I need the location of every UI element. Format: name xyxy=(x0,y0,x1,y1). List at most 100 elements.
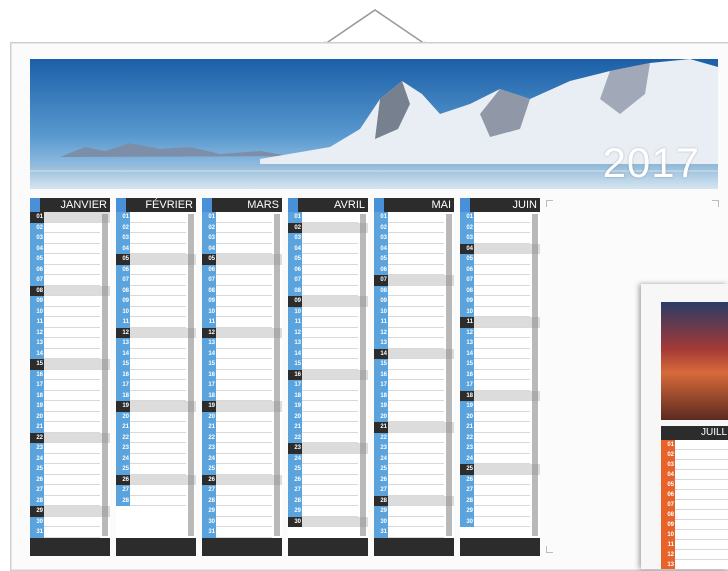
day-number: 03 xyxy=(288,233,302,244)
day-row: 24 xyxy=(374,453,454,465)
week-bar xyxy=(360,214,366,536)
day-row: 11 xyxy=(30,317,110,328)
day-row: 18 xyxy=(202,390,282,402)
day-row: 07 xyxy=(30,275,110,286)
day-number: 06 xyxy=(202,264,216,276)
day-number: 10 xyxy=(202,306,216,318)
day-number: 27 xyxy=(202,485,216,496)
day-row: 20 xyxy=(116,411,196,423)
day-row: 30 xyxy=(30,516,110,528)
day-row: 08 xyxy=(460,285,540,297)
month-header: JANVIER xyxy=(30,198,110,212)
day-row: 09 xyxy=(30,296,110,307)
day-row: 02 xyxy=(460,222,540,234)
day-number: 10 xyxy=(667,532,674,538)
week-bar xyxy=(188,214,194,536)
month-footer xyxy=(30,538,110,556)
day-number: 26 xyxy=(116,474,130,486)
day-number: 23 xyxy=(374,443,388,454)
day-row: 19 xyxy=(374,401,454,412)
day-row: 16 xyxy=(460,369,540,381)
day-number: 06 xyxy=(288,264,302,276)
day-row: 16 xyxy=(288,369,368,381)
day-number: 27 xyxy=(374,485,388,496)
day-number: 13 xyxy=(667,562,674,568)
day-row: 04 xyxy=(202,243,282,255)
day-number: 10 xyxy=(116,306,130,318)
day-number: 30 xyxy=(30,516,44,528)
day-row: 13 xyxy=(288,338,368,349)
month-name: JANVIER xyxy=(60,199,107,211)
day-row: 09 xyxy=(374,296,454,307)
day-number: 22 xyxy=(288,432,302,444)
day-row: 25 xyxy=(30,464,110,475)
month-footer xyxy=(116,538,196,556)
day-number: 17 xyxy=(30,380,44,391)
day-list: 01 02 03 04 05 06 07 08 09 10 11 12 13 14 15 16 17 18 19 20… xyxy=(202,212,282,538)
day-number: 23 xyxy=(460,443,474,454)
day-number: 21 xyxy=(30,422,44,433)
day-number: 08 xyxy=(460,285,474,297)
month-column-avril: AVRIL 01 02 03 04 05 06 07 08 09 10 11 12 13 14 15 16 17… xyxy=(288,198,368,556)
day-number: 06 xyxy=(667,492,674,498)
day-row: 15 xyxy=(30,359,110,370)
day-row: 23 xyxy=(202,443,282,454)
day-row: 29 xyxy=(288,506,368,517)
day-number: 07 xyxy=(460,275,474,286)
day-row: 10 xyxy=(202,306,282,318)
day-row: 13 xyxy=(116,338,196,349)
day-row: 06 xyxy=(460,264,540,276)
day-number: 12 xyxy=(288,327,302,339)
day-number: 13 xyxy=(460,338,474,349)
day-number: 14 xyxy=(116,348,130,360)
day-number: 24 xyxy=(288,453,302,465)
day-number: 10 xyxy=(288,306,302,318)
day-number: 11 xyxy=(667,542,674,548)
day-number: 02 xyxy=(374,222,388,234)
day-number: 24 xyxy=(374,453,388,465)
day-number: 18 xyxy=(374,390,388,402)
day-row: 26 xyxy=(460,474,540,486)
day-number: 15 xyxy=(116,359,130,370)
day-row: 11 xyxy=(288,317,368,328)
day-number: 06 xyxy=(460,264,474,276)
day-row: 13 xyxy=(374,338,454,349)
day-row: 22 xyxy=(30,432,110,444)
sunset-photo xyxy=(661,302,728,420)
day-row: 09 xyxy=(116,296,196,307)
divider xyxy=(474,526,530,528)
day-number: 23 xyxy=(30,443,44,454)
day-number: 15 xyxy=(288,359,302,370)
day-number: 11 xyxy=(460,317,474,328)
day-number: 18 xyxy=(202,390,216,402)
day-row: 05 xyxy=(374,254,454,265)
month-header: JUILL xyxy=(661,426,728,440)
day-number: 29 xyxy=(460,506,474,517)
day-row: 02 xyxy=(30,222,110,234)
month-name: JUIN xyxy=(512,199,537,211)
day-number: 21 xyxy=(460,422,474,433)
day-row: 27 xyxy=(374,485,454,496)
day-row: 20 xyxy=(460,411,540,423)
day-number: 16 xyxy=(30,369,44,381)
day-number: 05 xyxy=(667,482,674,488)
day-row: 17 xyxy=(374,380,454,391)
day-number: 22 xyxy=(202,432,216,444)
day-number: 09 xyxy=(667,522,674,528)
crop-mark xyxy=(546,546,553,553)
day-number: 04 xyxy=(202,243,216,255)
day-row: 15 xyxy=(460,359,540,370)
day-number: 17 xyxy=(460,380,474,391)
day-row: 25 xyxy=(374,464,454,475)
day-row: 12 xyxy=(202,327,282,339)
second-calendar-sheet: JUILL 01 02 03 04 05 06 07 08 09 10 11 12 13 xyxy=(641,284,728,569)
day-row: 02 xyxy=(288,222,368,234)
day-number: 21 xyxy=(116,422,130,433)
day-row: 28 xyxy=(202,495,282,507)
day-row: 18 xyxy=(374,390,454,402)
week-bar xyxy=(102,214,108,536)
day-row: 12 xyxy=(460,327,540,339)
day-row: 28 xyxy=(116,495,196,507)
day-number: 29 xyxy=(374,506,388,517)
day-number: 20 xyxy=(30,411,44,423)
